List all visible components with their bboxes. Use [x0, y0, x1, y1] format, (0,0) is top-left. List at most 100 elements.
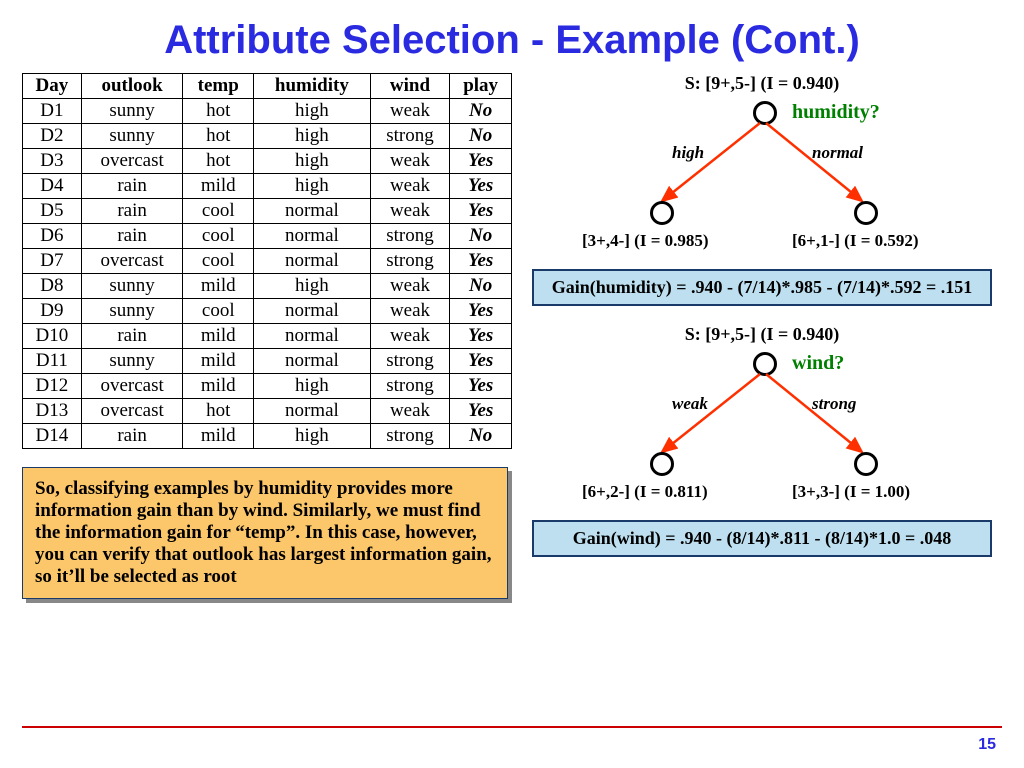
wind-tree: S: [9+,5-] (I = 0.940) wind? weak strong… — [522, 324, 1002, 514]
table-cell: No — [450, 274, 512, 299]
table-cell: sunny — [81, 299, 183, 324]
table-cell: high — [254, 99, 371, 124]
table-cell: No — [450, 424, 512, 449]
table-cell: D1 — [23, 99, 82, 124]
left-leaf-node — [650, 201, 674, 225]
table-cell: rain — [81, 224, 183, 249]
table-cell: strong — [370, 374, 450, 399]
table-cell: normal — [254, 399, 371, 424]
table-cell: No — [450, 124, 512, 149]
table-cell: normal — [254, 349, 371, 374]
table-cell: Yes — [450, 249, 512, 274]
table-row: D1sunnyhothighweakNo — [23, 99, 512, 124]
table-cell: D8 — [23, 274, 82, 299]
right-edge-label: normal — [812, 143, 863, 163]
table-row: D13overcasthotnormalweakYes — [23, 399, 512, 424]
root-label: S: [9+,5-] (I = 0.940) — [685, 73, 840, 94]
root-label: S: [9+,5-] (I = 0.940) — [685, 324, 840, 345]
wind-gain-box: Gain(wind) = .940 - (8/14)*.811 - (8/14)… — [532, 520, 992, 557]
table-cell: weak — [370, 99, 450, 124]
right-leaf-node — [854, 452, 878, 476]
table-cell: cool — [183, 299, 254, 324]
table-cell: strong — [370, 124, 450, 149]
table-cell: normal — [254, 299, 371, 324]
table-cell: sunny — [81, 99, 183, 124]
root-node — [753, 101, 777, 125]
right-edge-label: strong — [812, 394, 856, 414]
split-label: humidity? — [792, 101, 880, 124]
table-cell: overcast — [81, 249, 183, 274]
data-table: Dayoutlooktemphumiditywindplay D1sunnyho… — [22, 73, 512, 449]
table-row: D12overcastmildhighstrongYes — [23, 374, 512, 399]
root-node — [753, 352, 777, 376]
table-row: D7overcastcoolnormalstrongYes — [23, 249, 512, 274]
table-header: Day — [23, 74, 82, 99]
table-cell: D11 — [23, 349, 82, 374]
table-cell: D13 — [23, 399, 82, 424]
table-cell: weak — [370, 174, 450, 199]
left-edge-label: weak — [672, 394, 708, 414]
table-cell: D5 — [23, 199, 82, 224]
table-cell: hot — [183, 124, 254, 149]
table-row: D2sunnyhothighstrongNo — [23, 124, 512, 149]
table-cell: cool — [183, 249, 254, 274]
split-label: wind? — [792, 352, 844, 375]
table-cell: Yes — [450, 324, 512, 349]
table-row: D4rainmildhighweakYes — [23, 174, 512, 199]
table-cell: cool — [183, 224, 254, 249]
table-cell: No — [450, 99, 512, 124]
table-row: D9sunnycoolnormalweakYes — [23, 299, 512, 324]
table-cell: D10 — [23, 324, 82, 349]
table-cell: Yes — [450, 399, 512, 424]
table-header: temp — [183, 74, 254, 99]
table-cell: D2 — [23, 124, 82, 149]
table-cell: weak — [370, 274, 450, 299]
table-cell: Yes — [450, 149, 512, 174]
table-cell: D9 — [23, 299, 82, 324]
table-cell: mild — [183, 174, 254, 199]
table-cell: Yes — [450, 299, 512, 324]
table-row: D6raincoolnormalstrongNo — [23, 224, 512, 249]
table-cell: D4 — [23, 174, 82, 199]
table-row: D3overcasthothighweakYes — [23, 149, 512, 174]
table-cell: strong — [370, 349, 450, 374]
left-leaf-label: [3+,4-] (I = 0.985) — [582, 231, 709, 251]
table-cell: weak — [370, 149, 450, 174]
table-cell: rain — [81, 324, 183, 349]
table-cell: hot — [183, 149, 254, 174]
table-cell: mild — [183, 374, 254, 399]
table-header: wind — [370, 74, 450, 99]
table-cell: strong — [370, 249, 450, 274]
left-edge-label: high — [672, 143, 704, 163]
table-cell: high — [254, 374, 371, 399]
table-cell: cool — [183, 199, 254, 224]
right-leaf-label: [6+,1-] (I = 0.592) — [792, 231, 919, 251]
table-row: D11sunnymildnormalstrongYes — [23, 349, 512, 374]
table-cell: strong — [370, 224, 450, 249]
table-cell: mild — [183, 274, 254, 299]
table-cell: rain — [81, 174, 183, 199]
table-cell: normal — [254, 249, 371, 274]
table-cell: high — [254, 424, 371, 449]
table-cell: weak — [370, 399, 450, 424]
table-cell: high — [254, 149, 371, 174]
table-header: humidity — [254, 74, 371, 99]
table-cell: hot — [183, 399, 254, 424]
right-leaf-label: [3+,3-] (I = 1.00) — [792, 482, 910, 502]
table-cell: high — [254, 124, 371, 149]
table-cell: sunny — [81, 349, 183, 374]
table-cell: overcast — [81, 149, 183, 174]
table-cell: D7 — [23, 249, 82, 274]
table-cell: normal — [254, 224, 371, 249]
table-cell: strong — [370, 424, 450, 449]
table-cell: sunny — [81, 274, 183, 299]
table-cell: Yes — [450, 374, 512, 399]
humidity-tree: S: [9+,5-] (I = 0.940) humidity? high no… — [522, 73, 1002, 263]
table-cell: normal — [254, 199, 371, 224]
table-cell: mild — [183, 324, 254, 349]
table-cell: hot — [183, 99, 254, 124]
table-cell: weak — [370, 299, 450, 324]
table-cell: sunny — [81, 124, 183, 149]
humidity-gain-box: Gain(humidity) = .940 - (7/14)*.985 - (7… — [532, 269, 992, 306]
table-cell: mild — [183, 424, 254, 449]
